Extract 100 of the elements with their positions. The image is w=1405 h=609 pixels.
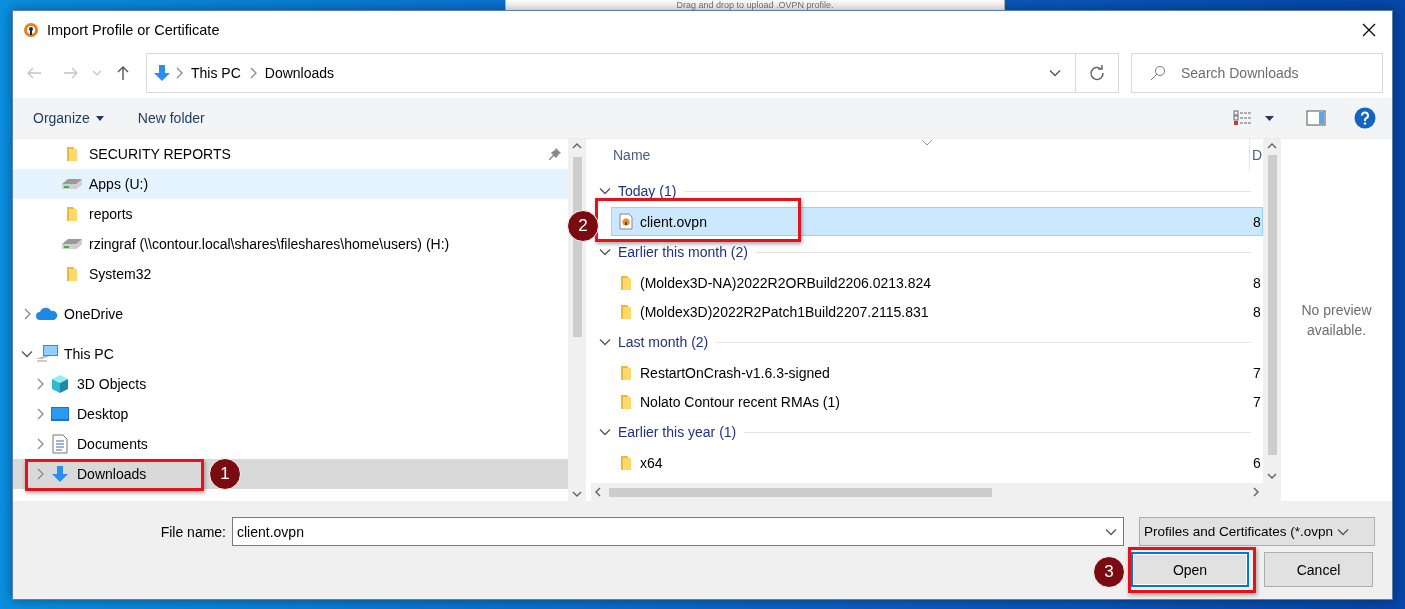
group-header[interactable]: Earlier this year (1) (591, 416, 1251, 448)
file-name: RestartOnCrash-v1.6.3-signed (640, 364, 831, 381)
group-label: Last month (2) (618, 334, 709, 350)
up-arrow-icon[interactable] (117, 65, 129, 81)
download-arrow-icon (153, 64, 171, 82)
folder-icon (620, 454, 632, 471)
cancel-button[interactable]: Cancel (1264, 552, 1373, 587)
nav-item[interactable]: reports (13, 199, 568, 229)
file-row[interactable]: client.ovpn 8 (611, 207, 1263, 236)
chevron-right-icon[interactable] (36, 438, 44, 450)
drive-icon (61, 178, 83, 190)
help-icon[interactable] (1354, 107, 1376, 129)
view-details-icon[interactable] (1233, 110, 1253, 126)
close-icon[interactable] (1362, 22, 1376, 37)
chevron-right-icon[interactable] (175, 67, 183, 79)
chevron-down-icon[interactable] (21, 350, 33, 358)
column-label: Name (613, 147, 651, 163)
file-name: client.ovpn (640, 213, 708, 230)
group-header[interactable]: Today (1) (591, 175, 1251, 207)
desktop-icon (50, 406, 70, 422)
refresh-icon[interactable] (1089, 65, 1105, 81)
chevron-right-icon[interactable] (36, 408, 44, 420)
folder-icon (620, 393, 632, 410)
breadcrumb[interactable]: Downloads (260, 65, 339, 81)
dropdown-caret-icon[interactable] (1265, 115, 1274, 121)
config-file-icon (619, 213, 633, 230)
scroll-thumb[interactable] (1267, 155, 1277, 455)
nav-item[interactable]: OneDrive (13, 299, 568, 329)
nav-item[interactable]: Documents (13, 429, 568, 459)
column-header[interactable]: Name (591, 139, 1250, 171)
file-type-dropdown[interactable]: Profiles and Certificates (*.ovpn (1139, 517, 1375, 546)
file-row[interactable]: Nolato Contour recent RMAs (1) 7 (611, 387, 1263, 416)
date-cell: 7 (1253, 364, 1262, 381)
date-cell: 7 (1253, 393, 1262, 410)
organize-menu[interactable]: Organize (27, 106, 110, 130)
date-cell: 6 (1253, 454, 1262, 471)
chevron-down-icon[interactable] (1337, 527, 1350, 536)
document-icon (52, 434, 68, 454)
chevron-down-icon[interactable] (1049, 69, 1061, 77)
file-name: (Moldex3D-NA)2022R2ORBuild2206.0213.824 (640, 274, 933, 291)
date-cell: 8 (1253, 303, 1262, 320)
scrollbar[interactable] (568, 139, 586, 501)
app-icon (23, 21, 39, 38)
search-field[interactable]: Search Downloads (1131, 53, 1383, 93)
file-name-field[interactable]: client.ovpn (232, 517, 1124, 546)
drive-icon (61, 238, 83, 250)
preview-message: No preview available. (1300, 301, 1373, 340)
nav-item[interactable]: System32 (13, 259, 568, 289)
file-name: Nolato Contour recent RMAs (1) (640, 393, 841, 410)
chevron-right-icon[interactable] (36, 378, 44, 390)
pin-icon[interactable] (548, 147, 562, 161)
folder-icon (620, 274, 632, 291)
file-row[interactable]: RestartOnCrash-v1.6.3-signed 7 (611, 358, 1263, 387)
nav-item[interactable]: SECURITY REPORTS (13, 139, 568, 169)
file-row[interactable]: x64 6 (611, 448, 1263, 477)
breadcrumb[interactable]: This PC (187, 65, 245, 81)
folder-icon (66, 266, 78, 282)
group-label: Earlier this month (2) (618, 244, 748, 260)
nav-item[interactable]: Desktop (13, 399, 568, 429)
chevron-down-icon[interactable] (599, 338, 611, 346)
date-cell: 8 (1253, 274, 1262, 291)
chevron-right-icon[interactable] (23, 308, 31, 320)
dropdown-caret-icon (95, 115, 104, 121)
nav-item[interactable]: rzingraf (\\contour.local\shares\fileshares\home\users) (H:) (13, 229, 568, 259)
scroll-thumb[interactable] (609, 487, 992, 497)
chevron-down-icon[interactable] (599, 187, 611, 195)
download-arrow-icon (51, 465, 69, 483)
sort-caret-icon (921, 139, 933, 146)
refresh-button[interactable] (1076, 53, 1119, 93)
window-title: Import Profile or Certificate (47, 21, 220, 38)
cloud-icon (36, 307, 58, 321)
upload-hint: Drag and drop to upload .OVPN profile. (676, 0, 834, 10)
chevron-down-icon[interactable] (1105, 528, 1117, 536)
group-header[interactable]: Last month (2) (591, 326, 1251, 358)
new-folder-button[interactable]: New folder (131, 106, 211, 130)
address-bar[interactable]: This PC Downloads (146, 53, 1076, 93)
file-name: (Moldex3D)2022R2Patch1Build2207.2115.831 (640, 303, 930, 320)
nav-item[interactable]: Apps (U:) (13, 169, 568, 199)
chevron-right-icon[interactable] (248, 67, 257, 79)
folder-icon (66, 146, 78, 162)
group-label: Today (1) (618, 183, 677, 199)
file-row[interactable]: (Moldex3D-NA)2022R2ORBuild2206.0213.824 8 (611, 268, 1263, 297)
scrollbar[interactable] (1263, 139, 1281, 483)
chevron-down-icon[interactable] (599, 428, 611, 436)
file-name-label: File name: (159, 523, 226, 540)
folder-icon (620, 303, 632, 320)
column-header[interactable]: D (1250, 147, 1263, 163)
chevron-right-icon[interactable] (36, 468, 44, 480)
folder-icon (66, 206, 78, 222)
preview-pane-icon[interactable] (1306, 110, 1326, 126)
computer-icon (35, 344, 59, 364)
file-row[interactable]: (Moldex3D)2022R2Patch1Build2207.2115.831 8 (611, 297, 1263, 326)
nav-item[interactable]: 3D Objects (13, 369, 568, 399)
open-button[interactable]: Open (1131, 552, 1249, 587)
folder-icon (620, 364, 632, 381)
group-label: Earlier this year (1) (618, 424, 737, 440)
file-name: x64 (640, 454, 664, 471)
chevron-down-icon[interactable] (599, 248, 611, 256)
cube-icon (50, 374, 70, 394)
nav-item[interactable]: This PC (13, 339, 568, 369)
